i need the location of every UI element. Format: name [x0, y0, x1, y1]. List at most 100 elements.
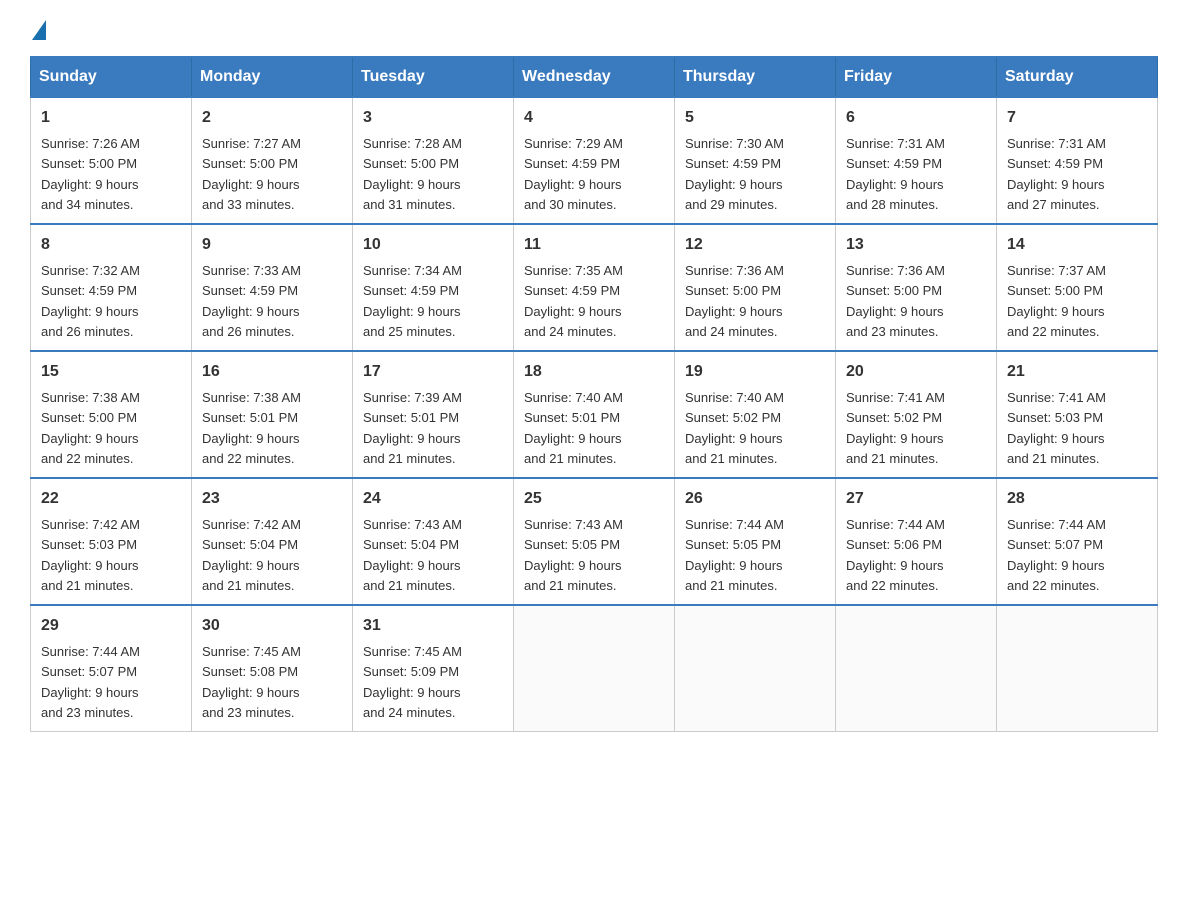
calendar-cell: 22 Sunrise: 7:42 AM Sunset: 5:03 PM Dayl… — [31, 478, 192, 605]
day-info: Sunrise: 7:32 AM Sunset: 4:59 PM Dayligh… — [41, 263, 140, 339]
day-info: Sunrise: 7:26 AM Sunset: 5:00 PM Dayligh… — [41, 136, 140, 212]
calendar-cell: 23 Sunrise: 7:42 AM Sunset: 5:04 PM Dayl… — [192, 478, 353, 605]
calendar-cell: 11 Sunrise: 7:35 AM Sunset: 4:59 PM Dayl… — [514, 224, 675, 351]
calendar-cell: 17 Sunrise: 7:39 AM Sunset: 5:01 PM Dayl… — [353, 351, 514, 478]
calendar-cell: 28 Sunrise: 7:44 AM Sunset: 5:07 PM Dayl… — [997, 478, 1158, 605]
calendar-cell: 30 Sunrise: 7:45 AM Sunset: 5:08 PM Dayl… — [192, 605, 353, 732]
day-info: Sunrise: 7:40 AM Sunset: 5:02 PM Dayligh… — [685, 390, 784, 466]
calendar-cell: 14 Sunrise: 7:37 AM Sunset: 5:00 PM Dayl… — [997, 224, 1158, 351]
calendar-week-row: 22 Sunrise: 7:42 AM Sunset: 5:03 PM Dayl… — [31, 478, 1158, 605]
day-number: 31 — [363, 614, 503, 638]
calendar-cell: 24 Sunrise: 7:43 AM Sunset: 5:04 PM Dayl… — [353, 478, 514, 605]
day-info: Sunrise: 7:39 AM Sunset: 5:01 PM Dayligh… — [363, 390, 462, 466]
day-number: 12 — [685, 233, 825, 257]
day-info: Sunrise: 7:42 AM Sunset: 5:03 PM Dayligh… — [41, 517, 140, 593]
calendar-cell: 8 Sunrise: 7:32 AM Sunset: 4:59 PM Dayli… — [31, 224, 192, 351]
calendar-cell: 29 Sunrise: 7:44 AM Sunset: 5:07 PM Dayl… — [31, 605, 192, 732]
day-info: Sunrise: 7:31 AM Sunset: 4:59 PM Dayligh… — [1007, 136, 1106, 212]
day-number: 4 — [524, 106, 664, 130]
day-info: Sunrise: 7:44 AM Sunset: 5:05 PM Dayligh… — [685, 517, 784, 593]
calendar-cell: 7 Sunrise: 7:31 AM Sunset: 4:59 PM Dayli… — [997, 97, 1158, 224]
calendar-week-row: 1 Sunrise: 7:26 AM Sunset: 5:00 PM Dayli… — [31, 97, 1158, 224]
calendar-cell: 16 Sunrise: 7:38 AM Sunset: 5:01 PM Dayl… — [192, 351, 353, 478]
day-number: 24 — [363, 487, 503, 511]
calendar-cell: 15 Sunrise: 7:38 AM Sunset: 5:00 PM Dayl… — [31, 351, 192, 478]
day-number: 21 — [1007, 360, 1147, 384]
day-info: Sunrise: 7:45 AM Sunset: 5:09 PM Dayligh… — [363, 644, 462, 720]
calendar-cell: 10 Sunrise: 7:34 AM Sunset: 4:59 PM Dayl… — [353, 224, 514, 351]
day-info: Sunrise: 7:44 AM Sunset: 5:07 PM Dayligh… — [1007, 517, 1106, 593]
calendar-cell: 25 Sunrise: 7:43 AM Sunset: 5:05 PM Dayl… — [514, 478, 675, 605]
day-info: Sunrise: 7:31 AM Sunset: 4:59 PM Dayligh… — [846, 136, 945, 212]
day-header-saturday: Saturday — [997, 57, 1158, 97]
calendar-cell: 21 Sunrise: 7:41 AM Sunset: 5:03 PM Dayl… — [997, 351, 1158, 478]
day-number: 11 — [524, 233, 664, 257]
day-header-friday: Friday — [836, 57, 997, 97]
calendar-cell: 9 Sunrise: 7:33 AM Sunset: 4:59 PM Dayli… — [192, 224, 353, 351]
day-header-tuesday: Tuesday — [353, 57, 514, 97]
day-header-wednesday: Wednesday — [514, 57, 675, 97]
day-number: 15 — [41, 360, 181, 384]
day-info: Sunrise: 7:44 AM Sunset: 5:07 PM Dayligh… — [41, 644, 140, 720]
day-number: 2 — [202, 106, 342, 130]
day-header-thursday: Thursday — [675, 57, 836, 97]
day-info: Sunrise: 7:36 AM Sunset: 5:00 PM Dayligh… — [846, 263, 945, 339]
day-number: 27 — [846, 487, 986, 511]
day-info: Sunrise: 7:45 AM Sunset: 5:08 PM Dayligh… — [202, 644, 301, 720]
day-number: 14 — [1007, 233, 1147, 257]
day-header-monday: Monday — [192, 57, 353, 97]
day-info: Sunrise: 7:41 AM Sunset: 5:02 PM Dayligh… — [846, 390, 945, 466]
day-number: 1 — [41, 106, 181, 130]
day-info: Sunrise: 7:38 AM Sunset: 5:00 PM Dayligh… — [41, 390, 140, 466]
day-number: 7 — [1007, 106, 1147, 130]
calendar-cell: 3 Sunrise: 7:28 AM Sunset: 5:00 PM Dayli… — [353, 97, 514, 224]
day-number: 26 — [685, 487, 825, 511]
page-header — [30, 20, 1158, 36]
day-number: 28 — [1007, 487, 1147, 511]
calendar-week-row: 8 Sunrise: 7:32 AM Sunset: 4:59 PM Dayli… — [31, 224, 1158, 351]
calendar-cell: 1 Sunrise: 7:26 AM Sunset: 5:00 PM Dayli… — [31, 97, 192, 224]
day-info: Sunrise: 7:43 AM Sunset: 5:04 PM Dayligh… — [363, 517, 462, 593]
calendar-cell: 19 Sunrise: 7:40 AM Sunset: 5:02 PM Dayl… — [675, 351, 836, 478]
day-number: 5 — [685, 106, 825, 130]
calendar-cell — [836, 605, 997, 732]
day-number: 20 — [846, 360, 986, 384]
day-info: Sunrise: 7:36 AM Sunset: 5:00 PM Dayligh… — [685, 263, 784, 339]
day-info: Sunrise: 7:37 AM Sunset: 5:00 PM Dayligh… — [1007, 263, 1106, 339]
day-number: 23 — [202, 487, 342, 511]
logo-triangle-icon — [32, 20, 46, 40]
day-info: Sunrise: 7:40 AM Sunset: 5:01 PM Dayligh… — [524, 390, 623, 466]
day-number: 17 — [363, 360, 503, 384]
day-number: 8 — [41, 233, 181, 257]
calendar-cell: 20 Sunrise: 7:41 AM Sunset: 5:02 PM Dayl… — [836, 351, 997, 478]
calendar-cell: 18 Sunrise: 7:40 AM Sunset: 5:01 PM Dayl… — [514, 351, 675, 478]
day-number: 6 — [846, 106, 986, 130]
calendar-cell: 13 Sunrise: 7:36 AM Sunset: 5:00 PM Dayl… — [836, 224, 997, 351]
day-info: Sunrise: 7:28 AM Sunset: 5:00 PM Dayligh… — [363, 136, 462, 212]
day-info: Sunrise: 7:44 AM Sunset: 5:06 PM Dayligh… — [846, 517, 945, 593]
calendar-cell: 26 Sunrise: 7:44 AM Sunset: 5:05 PM Dayl… — [675, 478, 836, 605]
calendar-cell: 27 Sunrise: 7:44 AM Sunset: 5:06 PM Dayl… — [836, 478, 997, 605]
calendar-cell: 4 Sunrise: 7:29 AM Sunset: 4:59 PM Dayli… — [514, 97, 675, 224]
logo — [30, 20, 48, 36]
day-number: 13 — [846, 233, 986, 257]
day-info: Sunrise: 7:30 AM Sunset: 4:59 PM Dayligh… — [685, 136, 784, 212]
calendar-cell — [997, 605, 1158, 732]
calendar-week-row: 15 Sunrise: 7:38 AM Sunset: 5:00 PM Dayl… — [31, 351, 1158, 478]
day-number: 25 — [524, 487, 664, 511]
day-number: 19 — [685, 360, 825, 384]
day-number: 18 — [524, 360, 664, 384]
calendar-cell: 6 Sunrise: 7:31 AM Sunset: 4:59 PM Dayli… — [836, 97, 997, 224]
day-info: Sunrise: 7:42 AM Sunset: 5:04 PM Dayligh… — [202, 517, 301, 593]
calendar-header-row: SundayMondayTuesdayWednesdayThursdayFrid… — [31, 57, 1158, 97]
calendar-cell: 31 Sunrise: 7:45 AM Sunset: 5:09 PM Dayl… — [353, 605, 514, 732]
day-number: 29 — [41, 614, 181, 638]
day-header-sunday: Sunday — [31, 57, 192, 97]
day-number: 16 — [202, 360, 342, 384]
day-number: 30 — [202, 614, 342, 638]
day-number: 22 — [41, 487, 181, 511]
calendar-cell — [675, 605, 836, 732]
day-info: Sunrise: 7:27 AM Sunset: 5:00 PM Dayligh… — [202, 136, 301, 212]
calendar-week-row: 29 Sunrise: 7:44 AM Sunset: 5:07 PM Dayl… — [31, 605, 1158, 732]
day-info: Sunrise: 7:29 AM Sunset: 4:59 PM Dayligh… — [524, 136, 623, 212]
